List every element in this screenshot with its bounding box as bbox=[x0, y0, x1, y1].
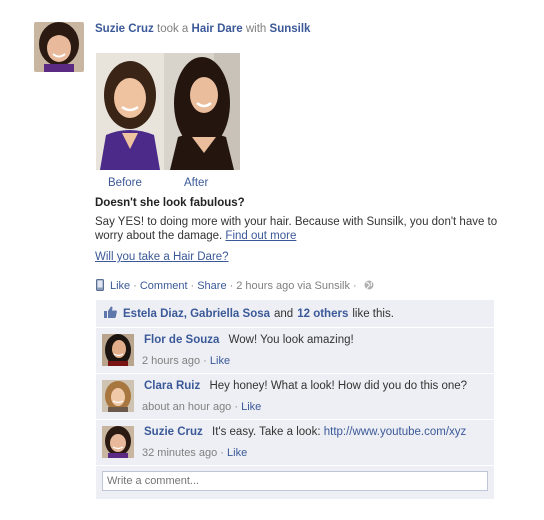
likes-and: and bbox=[274, 307, 294, 320]
comment-item: Flor de Souza Wow! You look amazing! 2 h… bbox=[96, 328, 494, 374]
commenter-avatar[interactable] bbox=[102, 426, 134, 458]
comment-time: 2 hours ago bbox=[142, 355, 201, 367]
story-verb: took a bbox=[157, 23, 189, 35]
globe-icon[interactable] bbox=[364, 280, 374, 293]
comment-author-link[interactable]: Suzie Cruz bbox=[144, 426, 203, 438]
author-name-link[interactable]: Suzie Cruz bbox=[95, 23, 154, 35]
hair-dare-link[interactable]: Hair Dare bbox=[192, 23, 243, 35]
comment-line: Flor de Souza Wow! You look amazing! bbox=[144, 334, 354, 346]
comment-time: about an hour ago bbox=[142, 401, 232, 413]
attachment-body: Say YES! to doing more with your hair. B… bbox=[95, 215, 525, 243]
find-out-more-link[interactable]: Find out more bbox=[225, 230, 296, 242]
share-action[interactable]: Share bbox=[197, 280, 226, 292]
comment-action[interactable]: Comment bbox=[140, 280, 188, 292]
commenter-avatar[interactable] bbox=[102, 334, 134, 366]
write-comment-input[interactable] bbox=[102, 471, 488, 491]
hair-dare-question-link[interactable]: Will you take a Hair Dare? bbox=[95, 251, 229, 263]
thumbs-up-icon bbox=[104, 306, 117, 321]
likers-names-link[interactable]: Estela Diaz, Gabriella Sosa bbox=[123, 308, 270, 320]
others-link[interactable]: 12 others bbox=[297, 308, 348, 320]
separator-dot: · bbox=[190, 280, 195, 292]
separator-dot: · bbox=[203, 355, 210, 367]
feedback-section: Estela Diaz, Gabriella Sosa and 12 other… bbox=[96, 300, 494, 500]
comment-item: Suzie Cruz It's easy. Take a look: http:… bbox=[96, 420, 494, 466]
attachment-title: Doesn't she look fabulous? bbox=[95, 197, 245, 209]
comment-author-link[interactable]: Flor de Souza bbox=[144, 334, 219, 346]
comment-meta: about an hour ago · Like bbox=[142, 401, 261, 413]
likes-summary: Estela Diaz, Gabriella Sosa and 12 other… bbox=[96, 300, 494, 328]
story-headline: Suzie Cruz took a Hair Dare with Sunsilk bbox=[95, 22, 310, 36]
like-action[interactable]: Like bbox=[110, 280, 130, 292]
story-timestamp: 2 hours ago via Sunsilk bbox=[236, 280, 350, 292]
comment-time: 32 minutes ago bbox=[142, 447, 218, 459]
comment-like-link[interactable]: Like bbox=[210, 355, 230, 367]
comment-text: Wow! You look amazing! bbox=[228, 334, 354, 346]
comment-line: Clara Ruiz Hey honey! What a look! How d… bbox=[144, 380, 467, 392]
comment-composer bbox=[96, 466, 494, 500]
separator-dot: · bbox=[229, 280, 234, 292]
after-label: After bbox=[184, 177, 209, 189]
story-preposition: with bbox=[245, 23, 267, 35]
separator-dot: · bbox=[352, 280, 357, 292]
comment-author-link[interactable]: Clara Ruiz bbox=[144, 380, 200, 392]
separator-dot: · bbox=[133, 280, 137, 292]
after-photo[interactable] bbox=[164, 53, 240, 170]
comment-like-link[interactable]: Like bbox=[241, 401, 261, 413]
comment-meta: 2 hours ago · Like bbox=[142, 355, 230, 367]
before-label: Before bbox=[108, 177, 142, 189]
likes-suffix: like this. bbox=[352, 307, 394, 320]
comment-url-link[interactable]: http://www.youtube.com/xyz bbox=[324, 426, 467, 438]
commenter-avatar[interactable] bbox=[102, 380, 134, 412]
comment-line: Suzie Cruz It's easy. Take a look: http:… bbox=[144, 426, 466, 438]
author-avatar[interactable] bbox=[34, 22, 84, 72]
mobile-phone-icon bbox=[96, 278, 104, 294]
comment-meta: 32 minutes ago · Like bbox=[142, 447, 247, 459]
story-action-bar: Like · Comment · Share · 2 hours ago via… bbox=[96, 278, 374, 294]
comment-like-link[interactable]: Like bbox=[227, 447, 247, 459]
app-link[interactable]: Sunsilk bbox=[270, 23, 311, 35]
comment-text: Hey honey! What a look! How did you do t… bbox=[209, 380, 468, 392]
comment-item: Clara Ruiz Hey honey! What a look! How d… bbox=[96, 374, 494, 420]
comment-text: It's easy. Take a look: bbox=[212, 426, 321, 438]
before-photo[interactable] bbox=[96, 53, 164, 170]
separator-dot: · bbox=[220, 447, 228, 459]
